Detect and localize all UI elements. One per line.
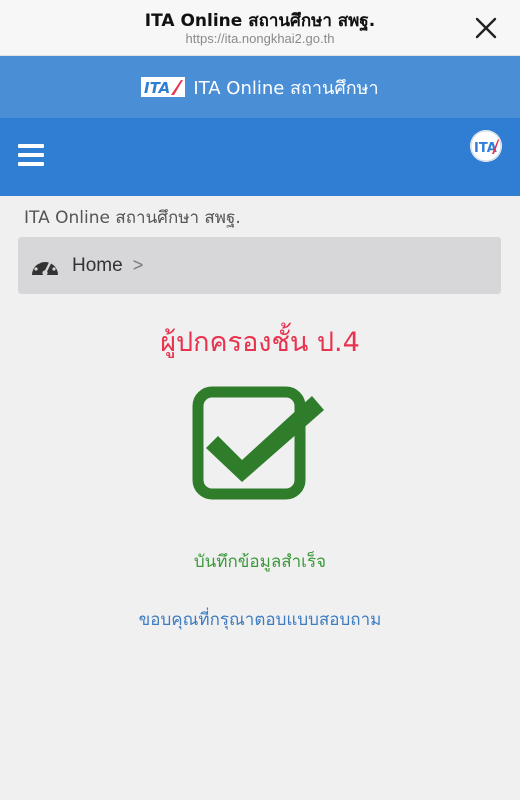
breadcrumb: Home > xyxy=(18,237,501,294)
page-heading: ผู้ปกครองชั้น ป.4 xyxy=(160,327,360,358)
ita-logo-icon: ITA xyxy=(141,77,186,97)
browser-bar: ITA Online สถานศึกษา สพฐ. https://ita.no… xyxy=(0,0,520,56)
menu-icon[interactable] xyxy=(18,144,44,168)
dashboard-icon xyxy=(30,253,60,279)
browser-url[interactable]: https://ita.nongkhai2.go.th xyxy=(0,31,520,46)
thanks-message: ขอบคุณที่กรุณาตอบแบบสอบถาม xyxy=(138,610,382,630)
school-title: ITA Online สถานศึกษา สพฐ. xyxy=(24,208,241,228)
close-icon[interactable] xyxy=(474,16,498,40)
site-title[interactable]: ITA Online สถานศึกษา xyxy=(193,73,378,102)
nav-bar: ITA xyxy=(0,118,520,196)
ita-logo-text: ITA xyxy=(144,79,170,97)
browser-title: ITA Online สถานศึกษา สพฐ. xyxy=(144,11,376,31)
ita-badge-icon[interactable]: ITA xyxy=(470,130,502,162)
site-header: ITA ITA Online สถานศึกษา xyxy=(0,56,520,118)
breadcrumb-separator: > xyxy=(132,255,144,275)
success-check-icon xyxy=(190,384,330,500)
breadcrumb-home[interactable]: Home xyxy=(72,255,123,277)
success-message: บันทึกข้อมูลสำเร็จ xyxy=(193,552,327,572)
